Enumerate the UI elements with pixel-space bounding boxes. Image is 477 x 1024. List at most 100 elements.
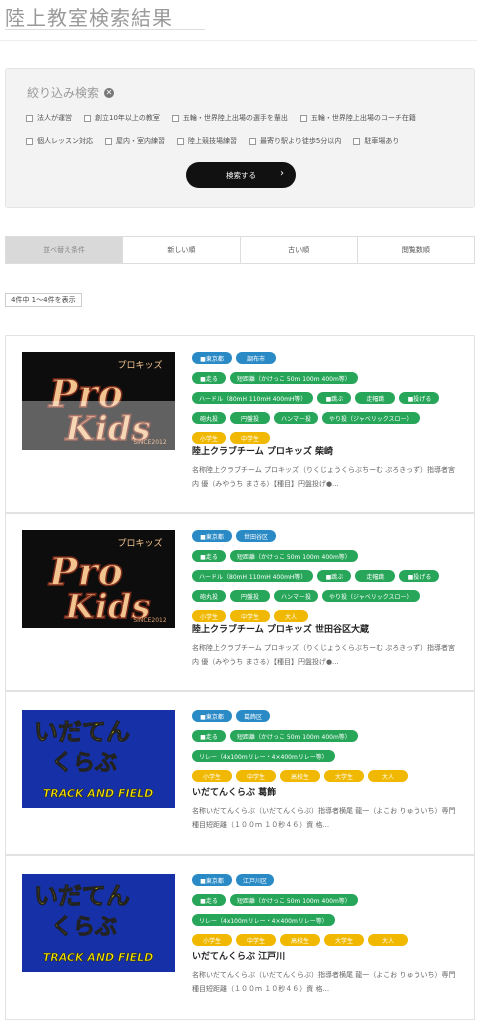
checkbox[interactable] [105, 137, 112, 145]
area-tag[interactable]: ■東京都 [192, 710, 232, 722]
event-tag[interactable]: ■走る [192, 550, 226, 562]
area-tag[interactable]: 江戸川区 [236, 874, 275, 886]
event-tag[interactable]: リレー（4x100mリレー・4×400mリレー等） [192, 914, 335, 926]
age-tag[interactable]: 高校生 [280, 770, 320, 782]
event-tag[interactable]: ■走る [192, 730, 226, 742]
tag-list: ■東京都 葛飾区 ■走る 短距離（かけっこ 50m 100m 400m等） リレ… [192, 710, 472, 782]
result-thumbnail[interactable]: プロキッズ Pro Kids SINCE2012 [22, 530, 175, 628]
area-tag[interactable]: ■東京都 [192, 874, 232, 886]
age-tag[interactable]: 大学生 [324, 934, 364, 946]
age-tag[interactable]: 小学生 [192, 934, 232, 946]
event-tag[interactable]: 円盤投 [230, 590, 270, 602]
result-description: 名称陸上クラブチーム プロキッズ（りくじょうくらぶちーむ ぷろきっず）指導者宮内… [192, 644, 456, 666]
checkbox[interactable] [177, 137, 184, 145]
event-tag[interactable]: ■走る [192, 894, 226, 906]
filter-heading: 絞り込み検索 ✕ [27, 84, 115, 101]
event-tag[interactable]: やり投（ジャベリックスロー） [322, 590, 420, 602]
event-tag[interactable]: ■投げる [399, 570, 440, 582]
result-description: 名称いだてんくらぶ（いだてんくらぶ）指導者横尾 龍一（よこお りゅういち）専門種… [192, 807, 456, 829]
event-tag[interactable]: リレー（4x100mリレー・4×400mリレー等） [192, 750, 335, 762]
area-tag[interactable]: ■東京都 [192, 530, 232, 542]
checkbox-label: 創立10年以上の教室 [95, 114, 160, 122]
event-tag[interactable]: 短距離（かけっこ 50m 100m 400m等） [230, 730, 358, 742]
event-tag[interactable]: 短距離（かけっこ 50m 100m 400m等） [230, 372, 358, 384]
filter-founded-10y[interactable]: 創立10年以上の教室 [84, 113, 160, 123]
filter-panel: 絞り込み検索 ✕ 法人が運営 創立10年以上の教室 五輪・世界陸上出場の選手を輩… [5, 68, 475, 208]
result-card[interactable]: いだてん くらぶ TRACK AND FIELD ■東京都 葛飾区 ■走る 短距… [5, 691, 475, 855]
result-card[interactable]: プロキッズ Pro Kids SINCE2012 ■東京都 世田谷区 ■走る 短… [5, 513, 475, 691]
filter-olympic-coach[interactable]: 五輪・世界陸上出場のコーチ在籍 [299, 113, 416, 123]
filter-corporate[interactable]: 法人が運営 [26, 113, 72, 123]
age-tag[interactable]: 小学生 [192, 770, 232, 782]
event-tag[interactable]: 円盤投 [230, 412, 270, 424]
checkbox-label: 五輪・世界陸上出場のコーチ在籍 [310, 114, 416, 122]
title-divider [0, 40, 477, 41]
area-tag[interactable]: 調布市 [236, 352, 276, 364]
filter-near-station[interactable]: 最寄り駅より徒歩5分以内 [249, 136, 341, 146]
result-card[interactable]: いだてん くらぶ TRACK AND FIELD ■東京都 江戸川区 ■走る 短… [5, 855, 475, 1020]
age-tag[interactable]: 中学生 [236, 770, 276, 782]
age-tag[interactable]: 大人 [274, 610, 308, 622]
event-tag[interactable]: 走幅跳 [355, 570, 396, 582]
age-tag[interactable]: 中学生 [230, 432, 270, 444]
svg-text:くらぶ: くらぶ [51, 751, 117, 776]
event-tag[interactable]: 短距離（かけっこ 50m 100m 400m等） [230, 550, 358, 562]
checkbox[interactable] [299, 114, 307, 122]
age-tag[interactable]: 小学生 [192, 432, 226, 444]
result-title[interactable]: 陸上クラブチーム プロキッズ 柴崎 [192, 444, 333, 457]
event-tag[interactable]: 砲丸投 [192, 412, 226, 424]
svg-text:いだてん: いだてん [34, 882, 130, 910]
event-tag[interactable]: 砲丸投 [192, 590, 226, 602]
sort-oldest[interactable]: 古い順 [239, 237, 357, 263]
event-tag[interactable]: ■投げる [399, 392, 440, 404]
event-tag[interactable]: 短距離（かけっこ 50m 100m 400m等） [230, 894, 358, 906]
result-title[interactable]: 陸上クラブチーム プロキッズ 世田谷区大蔵 [192, 622, 369, 635]
age-tag[interactable]: 小学生 [192, 610, 226, 622]
area-tag[interactable]: 葛飾区 [236, 710, 270, 722]
event-tag[interactable]: ■跳ぶ [317, 392, 352, 404]
event-tag[interactable]: ハードル（80mH 110mH 400mH等） [192, 392, 314, 404]
tag-list: ■東京都 調布市 ■走る 短距離（かけっこ 50m 100m 400m等） ハー… [192, 352, 472, 444]
filter-heading-label: 絞り込み検索 [27, 86, 100, 100]
result-title[interactable]: いだてんくらぶ 葛飾 [192, 785, 276, 798]
filter-stadium[interactable]: 陸上競技場練習 [177, 136, 237, 146]
clear-filter-icon[interactable]: ✕ [104, 87, 115, 98]
filter-private-lesson[interactable]: 個人レッスン対応 [26, 136, 93, 146]
filter-parking[interactable]: 駐車場あり [353, 136, 399, 146]
sort-newest[interactable]: 新しい順 [122, 237, 240, 263]
age-tag[interactable]: 大学生 [324, 770, 364, 782]
checkbox[interactable] [171, 114, 179, 122]
result-title[interactable]: いだてんくらぶ 江戸川 [192, 949, 285, 962]
checkbox[interactable] [353, 137, 361, 145]
checkbox[interactable] [26, 137, 33, 145]
checkbox[interactable] [84, 114, 91, 122]
search-button[interactable]: 検索する › [186, 162, 296, 188]
checkbox[interactable] [249, 137, 256, 145]
result-description: 名称陸上クラブチーム プロキッズ（りくじょうくらぶちーむ ぷろきっず）指導者宮内… [192, 466, 456, 488]
result-thumbnail[interactable]: いだてん くらぶ TRACK AND FIELD [22, 710, 175, 808]
filter-indoor[interactable]: 屋内・室内練習 [105, 136, 165, 146]
event-tag[interactable]: ■走る [192, 372, 226, 384]
age-tag[interactable]: 大人 [368, 934, 408, 946]
age-tag[interactable]: 大人 [368, 770, 408, 782]
age-tag[interactable]: 中学生 [236, 934, 276, 946]
result-count: 4件中 1〜4件を表示 [5, 293, 82, 307]
area-tag[interactable]: ■東京都 [192, 352, 232, 364]
chevron-right-icon: › [280, 168, 284, 179]
age-tag[interactable]: 中学生 [230, 610, 270, 622]
area-tag[interactable]: 世田谷区 [236, 530, 276, 542]
event-tag[interactable]: 走幅跳 [355, 392, 396, 404]
result-thumbnail[interactable]: いだてん くらぶ TRACK AND FIELD [22, 874, 175, 972]
result-card[interactable]: プロキッズ Pro Kids SINCE2012 ■東京都 調布市 ■走る 短距… [5, 335, 475, 513]
event-tag[interactable]: ■跳ぶ [317, 570, 352, 582]
filter-olympic-athlete[interactable]: 五輪・世界陸上出場の選手を輩出 [171, 113, 288, 123]
event-tag[interactable]: ハードル（80mH 110mH 400mH等） [192, 570, 314, 582]
event-tag[interactable]: ハンマー投 [274, 412, 319, 424]
result-thumbnail[interactable]: プロキッズ Pro Kids SINCE2012 [22, 352, 175, 450]
age-tag[interactable]: 高校生 [280, 934, 320, 946]
event-tag[interactable]: ハンマー投 [274, 590, 319, 602]
filter-row-1: 法人が運営 創立10年以上の教室 五輪・世界陸上出場の選手を輩出 五輪・世界陸上… [26, 113, 416, 123]
sort-views[interactable]: 閲覧数順 [356, 237, 474, 263]
checkbox[interactable] [26, 114, 33, 122]
event-tag[interactable]: やり投（ジャベリックスロー） [322, 412, 420, 424]
